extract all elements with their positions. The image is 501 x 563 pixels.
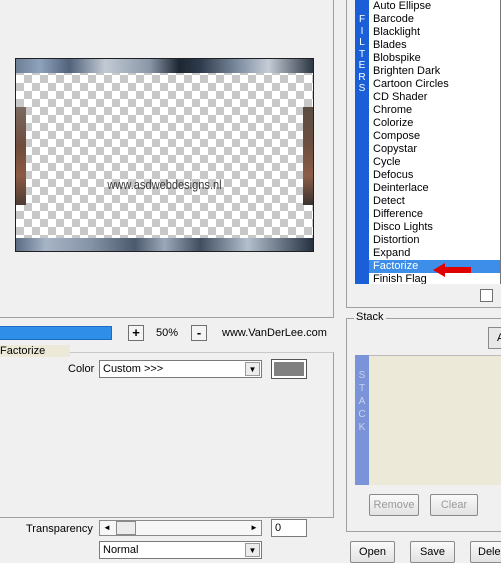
filter-item[interactable]: Detect	[369, 195, 500, 208]
filter-item[interactable]: Barcode	[369, 13, 500, 26]
strip-letter: T	[358, 383, 366, 394]
strip-letter: E	[358, 60, 366, 71]
website-link[interactable]: www.VanDerLee.com	[222, 327, 327, 339]
pointer-arrow-icon	[433, 263, 471, 277]
frame-left-border	[16, 107, 26, 205]
transparency-slider[interactable]: ◄ ►	[99, 520, 262, 536]
factorize-title: Factorize	[0, 345, 70, 357]
arrow-left-icon[interactable]: ◄	[100, 521, 114, 535]
strip-letter: A	[358, 396, 366, 407]
color-label: Color	[68, 363, 95, 375]
filter-item[interactable]: Colorize	[369, 117, 500, 130]
strip-letter: R	[358, 71, 366, 83]
filter-item[interactable]: Blades	[369, 39, 500, 52]
filter-item[interactable]: Auto Ellipse	[369, 0, 500, 13]
strip-letter: S	[358, 370, 366, 381]
filter-item[interactable]: Deinterlace	[369, 182, 500, 195]
preview-image[interactable]: www.asdwebdesigns.nl	[15, 58, 314, 252]
strip-letter: K	[358, 422, 366, 433]
color-swatch-button[interactable]	[271, 359, 307, 379]
strip-letter: F	[358, 14, 366, 25]
divider	[0, 517, 334, 518]
transparency-label: Transparency	[26, 523, 93, 535]
transparency-input[interactable]: 0	[271, 519, 307, 537]
filter-item[interactable]: Copystar	[369, 143, 500, 156]
zoom-out-button[interactable]: -	[191, 325, 207, 341]
frame-bottom-border	[16, 238, 313, 251]
filter-item[interactable]: Distortion	[369, 234, 500, 247]
strip-letter: I	[360, 25, 364, 37]
blend-mode-value: Normal	[103, 544, 139, 556]
color-select[interactable]: Custom >>> ▼	[99, 360, 262, 378]
stack-title: Stack	[354, 311, 386, 323]
strip-letter: T	[358, 48, 366, 60]
blend-mode-select[interactable]: Normal ▼	[99, 541, 262, 559]
filters-checkbox[interactable]	[480, 289, 493, 302]
clear-button[interactable]: Clear	[430, 494, 478, 516]
filter-item[interactable]: Cycle	[369, 156, 500, 169]
chevron-down-icon[interactable]: ▼	[245, 543, 260, 557]
color-select-value: Custom >>>	[103, 363, 164, 375]
stack-strip-label: STACK	[355, 355, 369, 485]
filter-item[interactable]: Brighten Dark	[369, 65, 500, 78]
filter-item[interactable]: Disco Lights	[369, 221, 500, 234]
arrow-right-icon[interactable]: ►	[247, 521, 261, 535]
filters-list[interactable]: Auto Ellipse Barcode Blacklight Blades Blobs…	[369, 0, 501, 284]
frame-right-border	[303, 107, 313, 205]
stack-list[interactable]	[369, 355, 501, 485]
filter-item[interactable]: Difference	[369, 208, 500, 221]
filter-item[interactable]: CD Shader	[369, 91, 500, 104]
strip-letter: S	[358, 83, 366, 94]
filter-item[interactable]: Defocus	[369, 169, 500, 182]
strip-letter: L	[359, 37, 365, 48]
open-button[interactable]: Open	[350, 541, 395, 563]
filter-item[interactable]: Compose	[369, 130, 500, 143]
stack-add-button[interactable]: A	[488, 327, 501, 349]
slider-thumb[interactable]	[116, 521, 136, 535]
zoom-slider[interactable]	[0, 326, 112, 340]
chevron-down-icon[interactable]: ▼	[245, 362, 260, 376]
filter-item[interactable]: Blobspike	[369, 52, 500, 65]
filter-item[interactable]: Chrome	[369, 104, 500, 117]
save-button[interactable]: Save	[410, 541, 455, 563]
frame-top-border	[16, 59, 313, 73]
strip-letter: C	[358, 409, 366, 420]
filter-item[interactable]: Expand	[369, 247, 500, 260]
remove-button[interactable]: Remove	[369, 494, 419, 516]
delete-button[interactable]: Dele	[470, 541, 501, 563]
zoom-level: 50%	[156, 327, 179, 339]
zoom-in-button[interactable]: +	[128, 325, 144, 341]
watermark-text: www.asdwebdesigns.nl	[107, 177, 222, 192]
filters-strip-label: FILTERS	[355, 0, 369, 284]
filter-item[interactable]: Cartoon Circles	[369, 78, 500, 91]
filter-item[interactable]: Blacklight	[369, 26, 500, 39]
color-swatch-fill	[274, 362, 304, 376]
